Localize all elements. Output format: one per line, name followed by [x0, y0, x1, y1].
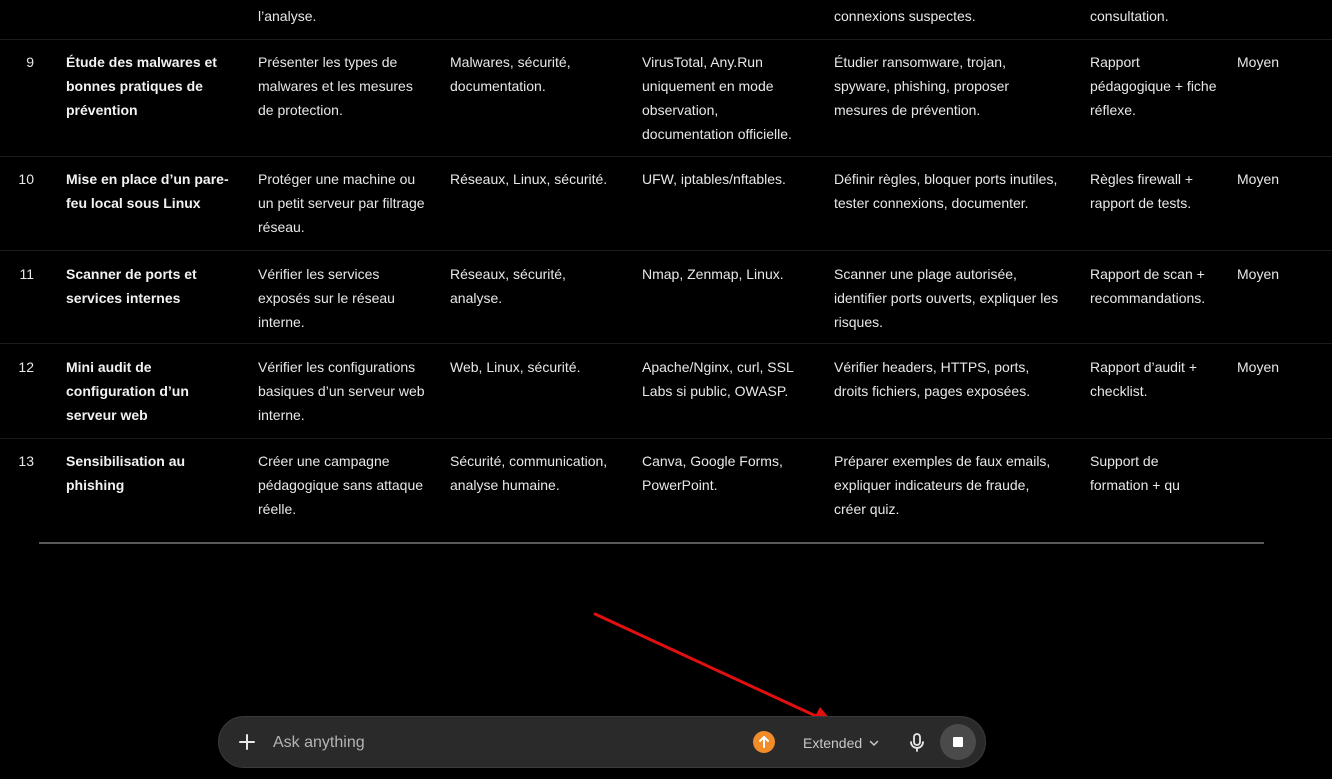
tools-cell: UFW, iptables/nftables.: [642, 171, 786, 187]
deliverable-cell: Rapport pédagogique + fiche réflexe.: [1090, 54, 1217, 118]
plus-icon: [239, 734, 255, 750]
horizontal-rule: [39, 542, 1264, 544]
chat-viewport: l’analyse. connexions suspectes. consult…: [0, 0, 1332, 779]
objective-cell: Protéger une machine ou un petit serveur…: [258, 171, 425, 235]
table-row: 10 Mise en place d’un pare-feu local sou…: [0, 157, 1332, 251]
level-cell: Moyen: [1237, 359, 1280, 375]
row-number: 11: [19, 266, 34, 282]
row-number: 12: [18, 359, 34, 375]
domains-cell: Réseaux, sécurité, analyse.: [450, 266, 566, 306]
tools-cell: VirusTotal, Any.Run uniquement en mode o…: [642, 54, 792, 142]
steps-cell: Définir règles, bloquer ports inutiles, …: [834, 171, 1058, 211]
steps-cell: Vérifier headers, HTTPS, ports, droits f…: [834, 359, 1031, 399]
objective-cell: Vérifier les configurations basiques d’u…: [258, 359, 425, 423]
row-number: 13: [18, 453, 34, 469]
chevron-down-icon: [869, 740, 879, 746]
table-row: 12 Mini audit de configuration d’un serv…: [0, 344, 1332, 439]
deliverable-cell: consultation.: [1090, 8, 1169, 24]
domains-cell: Web, Linux, sécurité.: [450, 359, 581, 375]
ask-input[interactable]: [271, 729, 735, 757]
steps-cell: Étudier ransomware, trojan, spyware, phi…: [834, 54, 1010, 118]
upload-button[interactable]: [753, 731, 775, 753]
objective-cell: Vérifier les services exposés sur le rés…: [258, 266, 395, 330]
level-cell: Moyen: [1237, 171, 1280, 187]
project-title: Étude des malwares et bonnes pratiques d…: [66, 54, 217, 118]
objective-cell: l’analyse.: [258, 8, 317, 24]
project-title: Sensibilisation au phishing: [66, 453, 186, 493]
project-title: Mini audit de configuration d’un serveur…: [66, 359, 189, 423]
project-title: Scanner de ports et services internes: [66, 266, 197, 306]
arrow-up-icon: [759, 736, 769, 748]
row-number: 9: [26, 54, 34, 70]
objective-cell: Présenter les types de malwares et les m…: [258, 54, 413, 118]
domains-cell: Malwares, sécurité, documentation.: [450, 54, 571, 94]
tools-cell: Nmap, Zenmap, Linux.: [642, 266, 784, 282]
table-row-partial: l’analyse. connexions suspectes. consult…: [0, 0, 1332, 40]
domains-cell: Sécurité, communication, analyse humaine…: [450, 453, 608, 493]
table-row: 13 Sensibilisation au phishing Créer une…: [0, 439, 1332, 529]
mode-label: Extended: [803, 735, 863, 751]
deliverable-cell: Rapport de scan + recommandations.: [1090, 266, 1206, 306]
tools-cell: Canva, Google Forms, PowerPoint.: [642, 453, 783, 493]
table-row: 11 Scanner de ports et services internes…: [0, 251, 1332, 344]
deliverable-cell: Rapport d’audit + checklist.: [1090, 359, 1198, 399]
level-cell: Moyen: [1237, 266, 1280, 282]
tools-cell: Apache/Nginx, curl, SSL Labs si public, …: [642, 359, 794, 399]
voice-input-button[interactable]: [905, 731, 929, 755]
table-row: 9 Étude des malwares et bonnes pratiques…: [0, 40, 1332, 157]
steps-cell: Scanner une plage autorisée, identifier …: [834, 266, 1059, 330]
row-number: 10: [18, 171, 34, 187]
steps-cell: connexions suspectes.: [834, 8, 976, 24]
steps-cell: Préparer exemples de faux emails, expliq…: [834, 453, 1051, 517]
project-title: Mise en place d’un pare-feu local sous L…: [66, 171, 229, 211]
level-cell: Moyen: [1237, 54, 1280, 70]
objective-cell: Créer une campagne pédagogique sans atta…: [258, 453, 424, 517]
deliverable-cell: Règles firewall + rapport de tests.: [1090, 171, 1194, 211]
message-composer: Extended: [218, 716, 986, 768]
deliverable-cell: Support de formation + qu: [1090, 453, 1180, 493]
stop-icon: [953, 737, 963, 747]
stop-generation-button[interactable]: [940, 724, 976, 760]
add-attachment-button[interactable]: [235, 730, 259, 754]
microphone-icon: [910, 733, 924, 752]
domains-cell: Réseaux, Linux, sécurité.: [450, 171, 608, 187]
mode-selector[interactable]: Extended: [803, 730, 880, 756]
